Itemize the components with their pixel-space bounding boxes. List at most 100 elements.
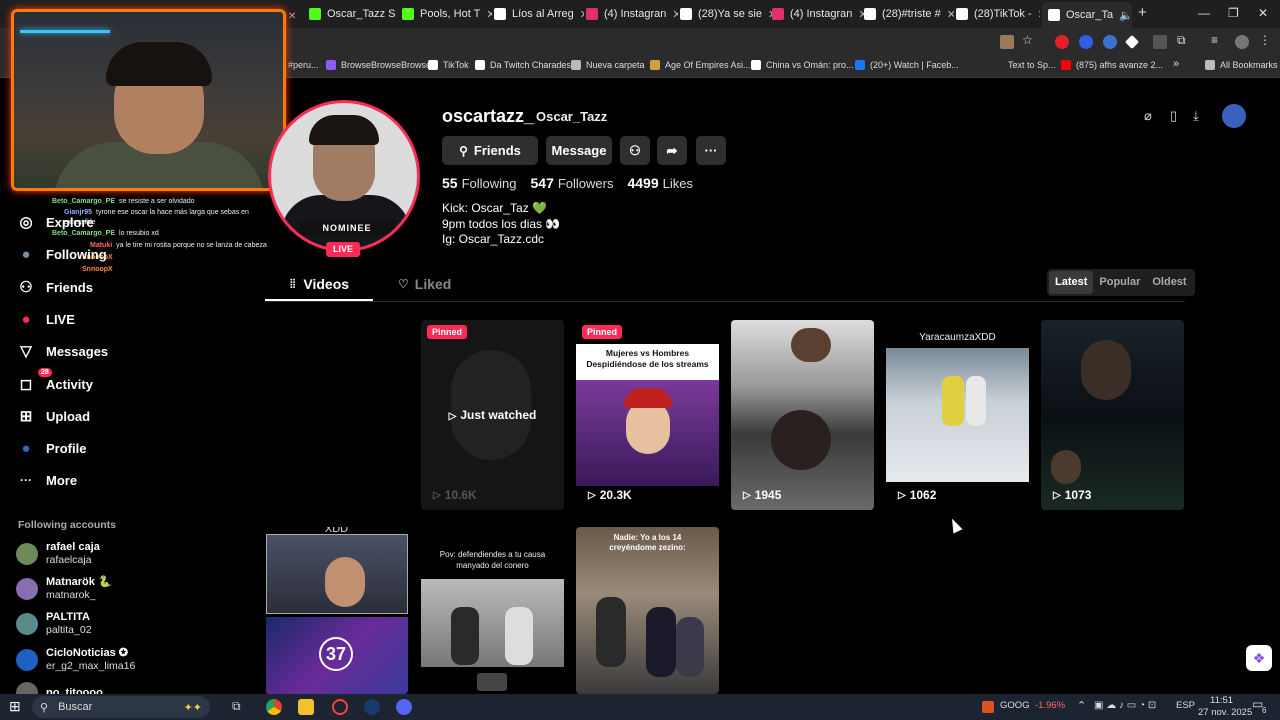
app-icon[interactable] <box>332 699 348 715</box>
minimize-button[interactable]: — <box>1198 6 1210 20</box>
live-badge[interactable]: LIVE <box>326 242 360 257</box>
clock-time[interactable]: 11:51 <box>1210 695 1233 706</box>
sort-popular[interactable]: Popular <box>1093 271 1146 294</box>
extension-icon[interactable] <box>1000 35 1014 49</box>
sidebar-item-messages[interactable]: ▽ Messages <box>16 339 108 363</box>
sidebar-item-profile[interactable]: ● Profile <box>16 436 86 460</box>
share-button[interactable]: ➦ <box>657 136 687 165</box>
sidebar-item-upload[interactable]: ⊞ Upload <box>16 404 90 428</box>
extension-icon[interactable] <box>1153 35 1167 49</box>
sort-latest[interactable]: Latest <box>1049 271 1094 294</box>
avatar[interactable] <box>1222 104 1246 128</box>
bookmark-item[interactable]: (875) afhs avanze 2... <box>1061 60 1163 70</box>
tab-close[interactable]: ✕ <box>288 6 296 26</box>
following-account[interactable]: rafael caja rafaelcaja <box>16 539 100 569</box>
close-window-button[interactable]: ✕ <box>1258 6 1268 20</box>
tray-icons[interactable]: ▣ ☁ ♪ ▭ ◔ ⊡ <box>1094 700 1156 711</box>
sidebar-item-following[interactable]: ● Following <box>16 242 106 266</box>
active-tab-indicator <box>265 299 373 301</box>
browser-tab[interactable]: Oscar_Tazz S ✕ <box>309 4 399 24</box>
clock-date[interactable]: 27 nov. 2025 <box>1198 707 1252 718</box>
puzzle-icon[interactable]: ⧉ <box>1177 33 1191 47</box>
more-options-button[interactable]: ··· <box>696 136 726 165</box>
browser-tab[interactable]: (28)TikTok - ✕ <box>956 4 1040 24</box>
compass-icon[interactable]: ⌀ <box>1144 108 1152 124</box>
browser-tab-active[interactable]: Oscar_Ta 🔈 ✕ <box>1042 2 1132 28</box>
video-card[interactable]: Pov: defendiendes a tu causa manyado del… <box>421 527 564 694</box>
browser-tab[interactable]: Líos al Arreg ✕ <box>494 4 584 24</box>
extension-icon[interactable] <box>1079 35 1093 49</box>
close-icon[interactable]: ✕ <box>672 8 678 21</box>
video-card[interactable]: Mujeres vs Hombres Despidiéndose de los … <box>576 320 719 510</box>
task-view-icon[interactable]: ⧉ <box>232 699 248 715</box>
bookmark-item[interactable]: Nueva carpeta <box>571 60 645 70</box>
stat-following[interactable]: 55 Following <box>442 175 517 191</box>
friends-button[interactable]: ⚲ Friends <box>442 136 538 165</box>
browser-tab[interactable]: (4) Instagran ✕ <box>586 4 678 24</box>
sidebar-item-live[interactable]: ● LIVE <box>16 307 74 331</box>
avatar[interactable] <box>1235 35 1249 49</box>
stock-ticker[interactable]: GOOG <box>1000 700 1030 711</box>
new-tab-button[interactable]: + <box>1138 4 1147 21</box>
language-indicator[interactable]: ESP <box>1176 700 1195 711</box>
tab-videos[interactable]: ⦙⦙ Videos <box>290 276 349 292</box>
menu-icon[interactable]: ≡ <box>1211 33 1225 47</box>
extension-icon[interactable] <box>1103 35 1117 49</box>
sidebar-item-friends[interactable]: ⚇ Friends <box>16 275 93 299</box>
bookmark-item[interactable]: BrowseBrowseBrowse <box>326 60 431 70</box>
following-account[interactable]: PALTITA paltita_02 <box>16 609 92 639</box>
following-account[interactable]: CicloNoticias ✪ er_g2_max_lima16 <box>16 645 135 675</box>
speaker-icon[interactable]: 🔈 <box>1119 9 1132 22</box>
message-button[interactable]: Message <box>546 136 612 165</box>
tab-liked[interactable]: ♡ Liked <box>398 276 451 292</box>
extension-icon[interactable] <box>1124 34 1140 50</box>
video-card[interactable]: XDD 37 <box>265 527 408 694</box>
browser-tab[interactable]: Pools, Hot T ✕ <box>402 4 492 24</box>
close-icon[interactable]: ✕ <box>580 8 584 21</box>
close-icon[interactable]: ✕ <box>1038 8 1040 21</box>
maximize-button[interactable]: ❐ <box>1228 6 1239 20</box>
neon-light <box>20 30 110 33</box>
view-count: ▷ 20.3K <box>588 488 632 502</box>
star-icon[interactable]: ☆ <box>1022 33 1036 47</box>
steam-icon[interactable] <box>364 699 380 715</box>
kebab-menu-icon[interactable]: ⋮ <box>1259 33 1273 47</box>
video-card[interactable]: Pinned ▷ Just watched ▷ 10.6K <box>421 320 564 510</box>
close-icon[interactable]: ✕ <box>947 8 954 21</box>
bookmark-item[interactable]: All Bookmarks <box>1205 60 1278 70</box>
bookmark-item[interactable]: (20+) Watch | Faceb... <box>855 60 959 70</box>
floating-widget-button[interactable]: ❖ <box>1246 645 1272 671</box>
phone-icon[interactable]: ▯ <box>1170 108 1177 124</box>
file-explorer-icon[interactable] <box>298 699 314 715</box>
add-friend-button[interactable]: ⚇ <box>620 136 650 165</box>
browser-tab[interactable]: (28)#triste # ✕ <box>864 4 954 24</box>
tray-chevron-icon[interactable]: ⌃ <box>1077 699 1086 712</box>
download-icon[interactable]: ⤓ <box>1193 108 1199 124</box>
sidebar-item-more[interactable]: ··· More <box>16 468 77 492</box>
sidebar-item-explore[interactable]: ◎ Explore <box>16 210 93 234</box>
stat-followers[interactable]: 547 Followers <box>531 175 614 191</box>
windows-start-icon[interactable]: ⊞ <box>9 698 25 714</box>
bookmark-item[interactable]: Da Twitch Charades <box>475 60 571 70</box>
video-card[interactable]: ▷ 1945 <box>731 320 874 510</box>
video-card[interactable]: YaracaumzaXDD ▷ 1062 <box>886 320 1029 510</box>
chrome-icon[interactable] <box>266 699 282 715</box>
close-icon[interactable]: ✕ <box>486 8 492 21</box>
profile-avatar[interactable]: NOMINEE <box>268 100 420 252</box>
bookmark-item[interactable]: TikTok <box>428 60 469 70</box>
sort-oldest[interactable]: Oldest <box>1146 271 1192 294</box>
extension-icon[interactable] <box>1055 35 1069 49</box>
more-bookmarks-button[interactable]: » <box>1173 58 1179 70</box>
bookmark-label: Age Of Empires Asi... <box>665 60 751 70</box>
bookmark-item[interactable]: Text to Sp... <box>1008 60 1056 70</box>
bookmark-item[interactable]: Age Of Empires Asi... <box>650 60 751 70</box>
bookmark-item[interactable]: China vs Omán: pro... <box>751 60 854 70</box>
taskbar-search[interactable]: ⚲ Buscar ✦✦ <box>32 696 210 718</box>
video-card[interactable]: ▷ 1073 <box>1041 320 1184 510</box>
following-account[interactable]: Matnarök 🐍 matnarok_ <box>16 574 112 604</box>
discord-icon[interactable] <box>396 699 412 715</box>
browser-tab[interactable]: (28)Ya se sie ✕ <box>680 4 772 24</box>
browser-tab[interactable]: (4) Instagran ✕ <box>772 4 864 24</box>
video-card[interactable]: Nadie: Yo a los 14 creyéndome zezino: <box>576 527 719 694</box>
sidebar-item-activity[interactable]: ◻ 28 Activity <box>16 368 93 396</box>
